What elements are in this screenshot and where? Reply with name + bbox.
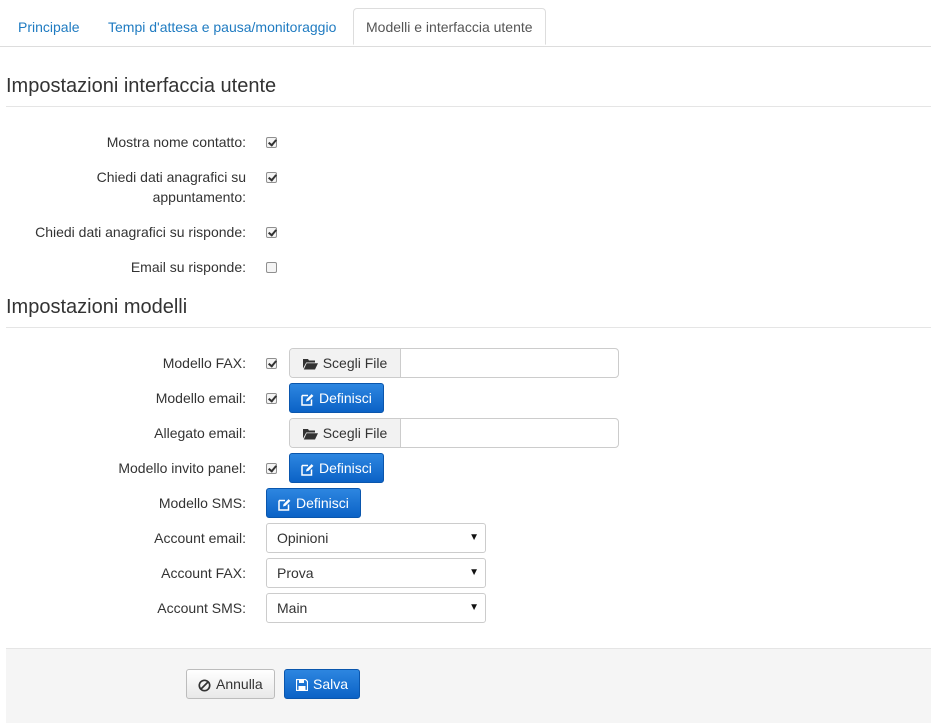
caret-down-icon: ▼ <box>469 532 479 543</box>
select-account-email[interactable]: Opinioni ▼ <box>266 523 486 553</box>
choose-file-button-fax[interactable]: Scegli File <box>290 349 401 377</box>
define-label: Definisci <box>319 390 372 406</box>
checkbox-ask-data-appointment[interactable] <box>266 172 277 183</box>
select-value: Main <box>277 600 308 616</box>
define-label: Definisci <box>319 460 372 476</box>
checkbox-email-on-answer[interactable] <box>266 262 277 273</box>
define-label: Definisci <box>296 495 349 511</box>
checkbox-ask-data-answer[interactable] <box>266 227 277 238</box>
checkbox-fax-model[interactable] <box>266 358 277 369</box>
save-label: Salva <box>313 676 349 692</box>
define-button-sms[interactable]: Definisci <box>266 488 361 518</box>
define-button-email[interactable]: Definisci <box>289 383 384 413</box>
label-panel-invite-model: Modello invito panel: <box>118 460 246 476</box>
tab-bar: Principale Tempi d'attesa e pausa/monito… <box>0 0 931 47</box>
tab-modelli-interfaccia[interactable]: Modelli e interfaccia utente <box>353 8 546 45</box>
cancel-button[interactable]: Annulla <box>186 669 275 699</box>
select-value: Opinioni <box>277 530 329 546</box>
select-value: Prova <box>277 565 314 581</box>
label-email-attachment: Allegato email: <box>154 425 246 441</box>
edit-icon <box>278 498 291 511</box>
label-email-on-answer: Email su risponde: <box>130 259 246 275</box>
cancel-label: Annulla <box>216 676 263 692</box>
folder-open-icon <box>302 359 318 370</box>
label-account-sms: Account SMS: <box>157 600 246 616</box>
caret-down-icon: ▼ <box>469 567 479 578</box>
label-ask-data-answer: Chiedi dati anagrafici su risponde: <box>35 224 246 240</box>
label-show-contact-name: Mostra nome contatto: <box>106 134 246 150</box>
floppy-disk-icon <box>296 679 308 692</box>
label-ask-data-appointment: Chiedi dati anagrafici su appuntamento: <box>96 169 246 205</box>
save-button[interactable]: Salva <box>284 669 361 699</box>
tab-principale[interactable]: Principale <box>18 9 79 45</box>
caret-down-icon: ▼ <box>469 602 479 613</box>
form-footer: Annulla Salva <box>6 648 931 723</box>
file-input-email-attachment: Scegli File <box>289 418 619 448</box>
choose-file-label: Scegli File <box>322 425 388 441</box>
label-fax-model: Modello FAX: <box>162 355 246 371</box>
checkbox-panel-invite-model[interactable] <box>266 463 277 474</box>
checkbox-show-contact-name[interactable] <box>266 137 277 148</box>
file-name-display <box>402 419 618 447</box>
label-account-email: Account email: <box>154 530 246 546</box>
folder-open-icon <box>302 429 318 440</box>
select-account-sms[interactable]: Main ▼ <box>266 593 486 623</box>
checkbox-email-model[interactable] <box>266 393 277 404</box>
label-email-model: Modello email: <box>155 390 246 406</box>
section-title-ui: Impostazioni interfaccia utente <box>6 75 277 97</box>
select-account-fax[interactable]: Prova ▼ <box>266 558 486 588</box>
section-divider <box>6 327 931 328</box>
choose-file-button-attachment[interactable]: Scegli File <box>290 419 401 447</box>
label-sms-model: Modello SMS: <box>158 495 246 511</box>
tab-tempi-attesa[interactable]: Tempi d'attesa e pausa/monitoraggio <box>108 9 336 45</box>
label-account-fax: Account FAX: <box>161 565 246 581</box>
edit-icon <box>301 393 314 406</box>
section-divider <box>6 106 931 107</box>
define-button-panel[interactable]: Definisci <box>289 453 384 483</box>
section-title-models: Impostazioni modelli <box>6 296 188 318</box>
choose-file-label: Scegli File <box>322 355 388 371</box>
edit-icon <box>301 463 314 476</box>
ban-icon <box>198 679 211 692</box>
file-name-display <box>402 349 618 377</box>
file-input-fax-model: Scegli File <box>289 348 619 378</box>
